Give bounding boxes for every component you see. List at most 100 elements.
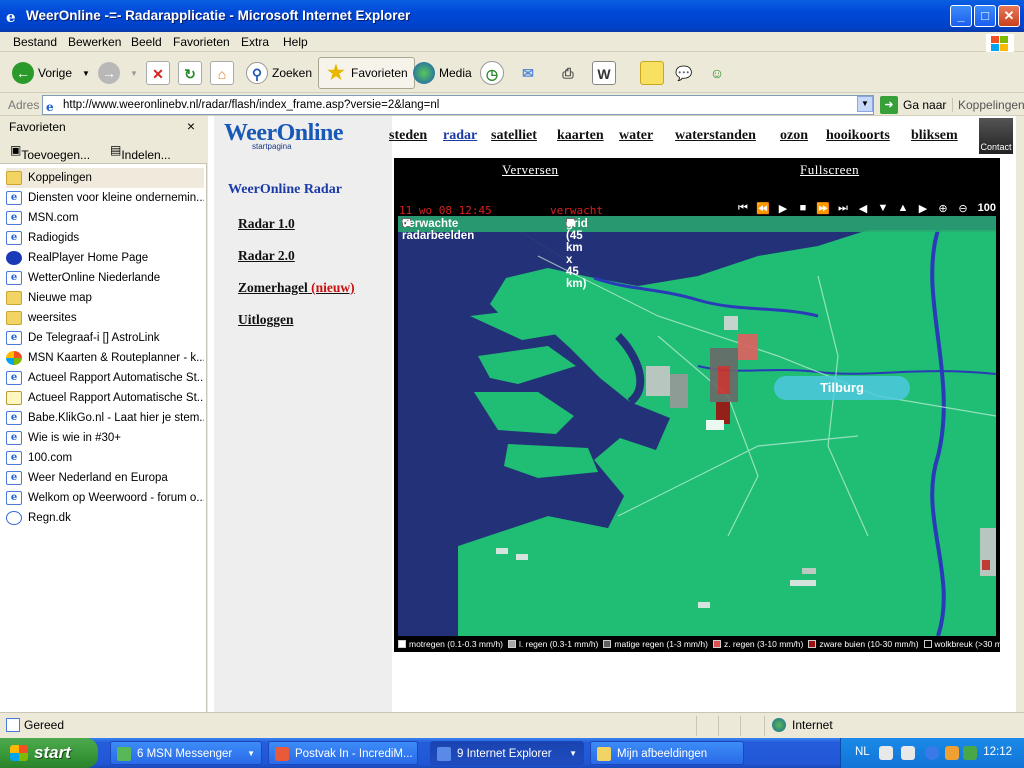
address-input[interactable]: e http://www.weeronlinebv.nl/radar/flash… [42,95,874,115]
keyboard-icon[interactable] [879,746,893,760]
menu-beeld[interactable]: Beeld [131,35,162,49]
favorite-item[interactable]: weersites [6,308,204,328]
favorite-item[interactable]: e WetterOnline Niederlande [6,268,204,288]
favorite-label: Weer Nederland en Europa [28,472,168,484]
tray-messenger-icon[interactable] [963,746,977,760]
favorite-item[interactable]: e 100.com [6,448,204,468]
maximize-button[interactable]: □ [974,5,996,27]
vertical-scrollbar[interactable] [1016,116,1024,712]
stop-square-icon[interactable]: ■ [796,202,810,216]
tray-expand-icon[interactable] [925,746,939,760]
favorite-item[interactable]: Regn.dk [6,508,204,528]
title-bar[interactable]: e WeerOnline -=- Radarapplicatie - Micro… [0,0,1024,32]
forward-button[interactable]: → ▼ [98,57,138,89]
fullscreen-link[interactable]: Fullscreen [800,162,859,178]
address-dropdown-icon[interactable]: ▼ [857,96,873,112]
zoom-in-icon[interactable]: ⊕ [936,202,950,216]
last-frame-icon[interactable]: ⏭ [836,202,850,216]
menu-extra[interactable]: Extra [241,35,269,49]
nav-hooikoorts[interactable]: hooikoorts [826,128,890,144]
radar-1-link[interactable]: Radar 1.0 [238,216,295,232]
radar-map[interactable]: ✓ verwachte radarbeelden grid (45 km x 45… [398,216,996,636]
task-msn-messenger[interactable]: 6 MSN Messenger ▼ [110,741,262,765]
favorite-item[interactable]: e Wie is wie in #30+ [6,428,204,448]
tray-app-icon[interactable] [945,746,959,760]
favorite-item[interactable]: e Diensten voor kleine ondernemin... [6,188,204,208]
step-forward-icon[interactable]: ⏩ [816,202,830,216]
favorite-item[interactable]: MSN Kaarten & Routeplanner - k... [6,348,204,368]
links-toolbar[interactable]: Koppelingen [952,98,1024,112]
go-button[interactable]: ➜ Ga naar [880,96,946,114]
help-icon[interactable] [901,746,915,760]
favorite-item[interactable]: e Actueel Rapport Automatische St... [6,368,204,388]
favorite-item[interactable]: e Radiogids [6,228,204,248]
start-button[interactable]: start [0,738,98,768]
close-button[interactable]: ✕ [998,5,1020,27]
city-label-tilburg: Tilburg [774,376,910,400]
task-mijn-afbeeldingen[interactable]: Mijn afbeeldingen [590,741,744,765]
media-button[interactable]: Media [413,57,472,89]
task-internet-explorer[interactable]: 9 Internet Explorer ▼ [430,741,584,765]
status-bar: Gereed Internet [0,712,1024,738]
radar-2-link[interactable]: Radar 2.0 [238,248,295,264]
nav-waterstanden[interactable]: waterstanden [675,128,756,144]
logout-link[interactable]: Uitloggen [238,312,294,328]
refresh-icon[interactable]: ↻ [178,61,202,85]
nav-bliksem[interactable]: bliksem [911,128,958,144]
forward-dropdown-icon[interactable]: ▼ [130,69,138,78]
print-icon[interactable]: ⎙ [556,61,580,85]
pan-right-icon[interactable]: ▶ [916,202,930,216]
logo-subtitle[interactable]: startpagina [252,142,292,151]
zomerhagel-link[interactable]: Zomerhagel (nieuw) [238,280,355,296]
pan-up-icon[interactable]: ▲ [896,202,910,216]
nav-ozon[interactable]: ozon [780,128,808,144]
step-back-icon[interactable]: ⏪ [756,202,770,216]
favorites-close-icon[interactable]: × [187,118,195,134]
add-favorite-button[interactable]: ▣ Toevoegen... [10,143,90,162]
menu-favorieten[interactable]: Favorieten [173,35,230,49]
favorite-item[interactable]: e De Telegraaf-i [] AstroLink [6,328,204,348]
mail-icon[interactable]: ✉ [516,61,540,85]
organize-favorites-button[interactable]: ▤ Indelen... [110,143,171,162]
favorite-item[interactable]: e Welkom op Weerwoord - forum o... [6,488,204,508]
favorite-item[interactable]: Actueel Rapport Automatische St... [6,388,204,408]
nav-kaarten[interactable]: kaarten [557,128,604,144]
nav-water[interactable]: water [619,128,653,144]
edit-icon[interactable]: W [592,61,616,85]
home-icon[interactable]: ⌂ [210,61,234,85]
menu-help[interactable]: Help [283,35,308,49]
stop-icon[interactable]: ✕ [146,61,170,85]
pan-down-icon[interactable]: ▼ [876,202,890,216]
task-incredimail[interactable]: Postvak In - IncrediM... [268,741,418,765]
favorite-item[interactable]: Koppelingen [6,168,204,188]
menu-bewerken[interactable]: Bewerken [68,35,121,49]
minimize-button[interactable]: _ [950,5,972,27]
favorite-item[interactable]: Nieuwe map [6,288,204,308]
nav-radar[interactable]: radar [443,128,477,144]
notes-icon[interactable] [640,61,664,85]
messenger-icon[interactable]: ☺ [705,61,729,85]
favorites-button[interactable]: ★ Favorieten [318,57,415,89]
media-globe-icon [413,62,435,84]
language-indicator[interactable]: NL [855,746,870,758]
nav-satelliet[interactable]: satelliet [491,128,537,144]
msn-messenger-icon [117,747,131,761]
pan-left-icon[interactable]: ◀ [856,202,870,216]
history-icon[interactable]: ◷ [480,61,504,85]
back-dropdown-icon[interactable]: ▼ [82,69,90,78]
back-button[interactable]: ← Vorige ▼ [12,57,90,89]
search-button[interactable]: ⚲ Zoeken [246,57,312,89]
favorite-item[interactable]: e Weer Nederland en Europa [6,468,204,488]
discuss-icon[interactable]: 💬 [672,61,696,85]
zoom-out-icon[interactable]: ⊖ [956,202,970,216]
nav-steden[interactable]: steden [389,128,427,144]
favorite-item[interactable]: e MSN.com [6,208,204,228]
play-icon[interactable]: ▶ [776,202,790,216]
contact-button[interactable]: Contact [979,118,1013,154]
refresh-link[interactable]: Verversen [502,162,558,178]
first-frame-icon[interactable]: ⏮ [736,202,750,216]
menu-bestand[interactable]: Bestand [13,35,57,49]
favorite-item[interactable]: RealPlayer Home Page [6,248,204,268]
favorite-item[interactable]: e Babe.KlikGo.nl - Laat hier je stem... [6,408,204,428]
favorites-list: Koppelingen e Diensten voor kleine onderne… [6,168,204,528]
